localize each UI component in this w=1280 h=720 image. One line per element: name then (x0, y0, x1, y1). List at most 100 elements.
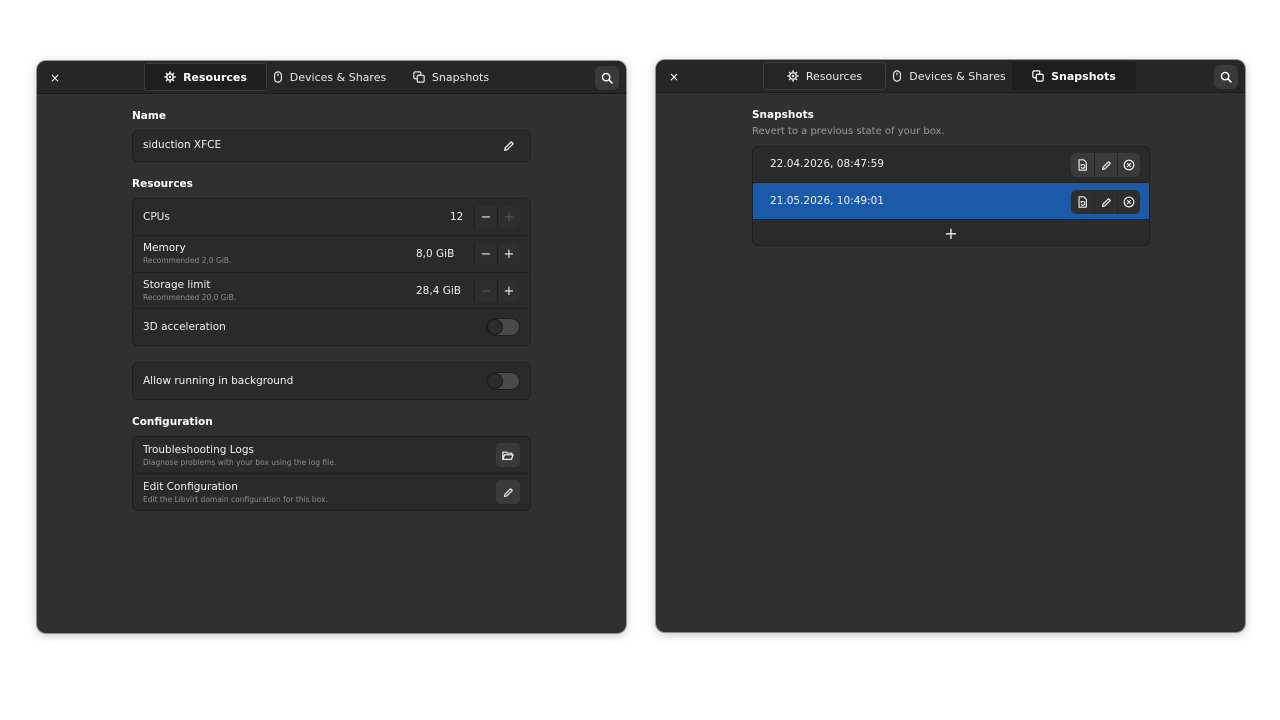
folder-open-icon (502, 450, 514, 461)
cpus-row: CPUs 12 − + (133, 199, 530, 236)
snapshot-label: 22.04.2026, 08:47:59 (770, 158, 884, 170)
pencil-icon (1101, 160, 1112, 171)
cpus-value[interactable]: 12 (444, 206, 474, 228)
name-row[interactable]: siduction XFCE (133, 131, 530, 161)
edit-config-row: Edit Configuration Edit the Libvirt doma… (133, 474, 530, 510)
cpus-stepper[interactable]: 12 − + (444, 206, 520, 228)
snapshots-icon (413, 71, 425, 83)
close-button[interactable]: × (44, 67, 66, 89)
cpus-label: CPUs (143, 211, 170, 223)
search-button[interactable] (595, 66, 619, 90)
pencil-icon (503, 487, 514, 498)
box-name-value: siduction XFCE (143, 139, 222, 151)
search-button[interactable] (1214, 65, 1238, 89)
snapshot-actions (1071, 153, 1140, 177)
storage-value[interactable]: 28,4 GiB (410, 280, 474, 302)
tab-resources[interactable]: Resources (144, 63, 267, 91)
name-group: siduction XFCE (132, 130, 531, 162)
delete-snapshot-button[interactable] (1117, 153, 1140, 177)
storage-stepper[interactable]: 28,4 GiB − + (410, 280, 520, 302)
snapshots-section-subtitle: Revert to a previous state of your box. (752, 126, 945, 137)
rename-snapshot-button[interactable] (1094, 190, 1117, 214)
mouse-icon (273, 71, 283, 83)
tab-label: Resources (183, 70, 247, 84)
resources-page: Name siduction XFCE Resources CPUs 12 − … (37, 94, 626, 633)
revert-icon (1077, 196, 1088, 208)
snapshots-list: 22.04.2026, 08:47:59 21.05.2026, 10:49:0… (752, 146, 1150, 246)
accel-label: 3D acceleration (143, 321, 226, 333)
rename-snapshot-button[interactable] (1094, 153, 1117, 177)
pencil-icon (1101, 197, 1112, 208)
memory-label: Memory (143, 242, 186, 254)
edit-config-description: Edit the Libvirt domain configuration fo… (143, 495, 328, 504)
pencil-icon[interactable] (500, 137, 518, 155)
snapshot-actions (1071, 190, 1140, 214)
storage-row: Storage limit Recommended 20,0 GiB. 28,4… (133, 273, 530, 309)
tab-label: Devices & Shares (289, 70, 387, 84)
snapshots-page: Snapshots Revert to a previous state of … (656, 93, 1245, 632)
view-switcher: Resources Devices & Shares Snapshots (763, 62, 1136, 92)
search-icon (601, 72, 613, 84)
tab-resources[interactable]: Resources (763, 62, 886, 90)
tab-snapshots[interactable]: Snapshots (392, 63, 510, 91)
tab-label: Resources (805, 69, 863, 83)
accel-switch[interactable] (486, 318, 520, 336)
headerbar: × Resources Devices & Shares Snapshots (37, 61, 626, 94)
resources-group: CPUs 12 − + Memory Recommended 2,0 GiB. … (132, 198, 531, 346)
plus-icon: + (944, 223, 958, 243)
add-snapshot-button[interactable]: + (753, 220, 1149, 245)
switch-knob (488, 374, 502, 388)
logs-description: Diagnose problems with your box using th… (143, 458, 337, 467)
snapshots-icon (1032, 70, 1044, 82)
open-logs-button[interactable] (496, 443, 520, 467)
storage-label: Storage limit (143, 279, 211, 291)
snapshot-row-selected[interactable]: 21.05.2026, 10:49:01 (753, 183, 1149, 220)
background-label: Allow running in background (143, 375, 294, 387)
box-properties-window-resources: × Resources Devices & Shares Snapshots N… (37, 61, 626, 633)
close-button[interactable]: × (663, 66, 685, 88)
edit-config-label: Edit Configuration (143, 481, 238, 493)
remove-circle-icon (1123, 159, 1135, 171)
resources-section-title: Resources (132, 178, 193, 190)
background-group: Allow running in background (132, 362, 531, 400)
logs-row: Troubleshooting Logs Diagnose problems w… (133, 437, 530, 474)
tab-label: Devices & Shares (909, 69, 1006, 83)
mouse-icon (892, 70, 902, 82)
memory-value[interactable]: 8,0 GiB (410, 243, 474, 265)
name-section-title: Name (132, 110, 166, 122)
tab-devices-shares[interactable]: Devices & Shares (886, 62, 1012, 90)
gear-icon (787, 70, 799, 82)
box-properties-window-snapshots: × Resources Devices & Shares Snapshots S… (656, 60, 1245, 632)
logs-label: Troubleshooting Logs (143, 444, 254, 456)
cpus-increase-button[interactable]: + (497, 206, 520, 228)
gear-icon (164, 71, 176, 83)
memory-row: Memory Recommended 2,0 GiB. 8,0 GiB − + (133, 236, 530, 273)
tab-snapshots[interactable]: Snapshots (1012, 62, 1136, 90)
search-icon (1220, 71, 1232, 83)
background-switch[interactable] (486, 372, 520, 390)
memory-increase-button[interactable]: + (497, 243, 520, 265)
tab-devices-shares[interactable]: Devices & Shares (267, 63, 392, 91)
memory-decrease-button[interactable]: − (474, 243, 497, 265)
revert-icon (1077, 159, 1088, 171)
revert-snapshot-button[interactable] (1071, 153, 1094, 177)
tab-label: Snapshots (431, 70, 490, 84)
view-switcher: Resources Devices & Shares Snapshots (144, 63, 510, 93)
cpus-decrease-button[interactable]: − (474, 206, 497, 228)
memory-stepper[interactable]: 8,0 GiB − + (410, 243, 520, 265)
revert-snapshot-button[interactable] (1071, 190, 1094, 214)
accel-row: 3D acceleration (133, 309, 530, 345)
storage-decrease-button[interactable]: − (474, 280, 497, 302)
snapshots-section-title: Snapshots (752, 109, 814, 121)
storage-increase-button[interactable]: + (497, 280, 520, 302)
remove-circle-icon (1123, 196, 1135, 208)
configuration-group: Troubleshooting Logs Diagnose problems w… (132, 436, 531, 511)
delete-snapshot-button[interactable] (1117, 190, 1140, 214)
headerbar: × Resources Devices & Shares Snapshots (656, 60, 1245, 93)
background-row: Allow running in background (133, 363, 530, 399)
storage-recommendation: Recommended 20,0 GiB. (143, 293, 237, 302)
snapshot-row[interactable]: 22.04.2026, 08:47:59 (753, 147, 1149, 183)
switch-knob (488, 320, 502, 334)
edit-config-button[interactable] (496, 480, 520, 504)
tab-label: Snapshots (1051, 69, 1116, 83)
